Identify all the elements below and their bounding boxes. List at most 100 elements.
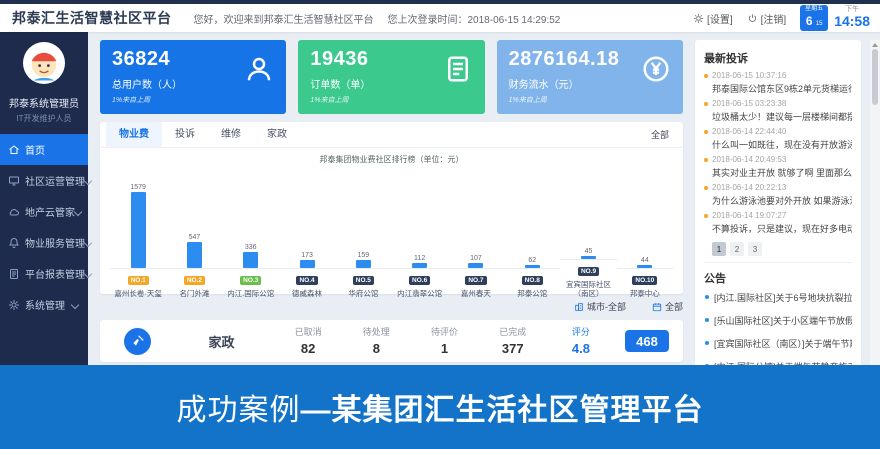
chart-bar-column[interactable]: 45NO.9宜宾国际社区（南区） (560, 167, 616, 299)
page-button-3[interactable]: 3 (748, 242, 762, 256)
sidebar-item-estate-cloud[interactable]: 地产云管家 (0, 196, 88, 227)
chart-bar-column[interactable]: 547NO.2名门外滩 (166, 176, 222, 298)
date-day: 6 (806, 14, 813, 28)
page-button-1[interactable]: 1 (712, 242, 726, 256)
sidebar-item-home[interactable]: 首页 (0, 134, 88, 165)
service-col-value: 8 (342, 342, 410, 355)
rank-badge: NO.6 (409, 276, 430, 285)
calendar-icon (638, 130, 648, 140)
sidebar-item-community-ops[interactable]: 社区运营管理 (0, 165, 88, 196)
rank-badge: NO.4 (296, 276, 317, 285)
rank-badge: NO.8 (522, 276, 543, 285)
bar-chart: 1579NO.1嘉州长卷·天玺547NO.2名门外滩336NO.3内江.国际公馆… (100, 167, 683, 299)
sidebar-item-system[interactable]: 系统管理 (0, 289, 88, 320)
bar (243, 252, 258, 268)
bar (637, 265, 652, 268)
announcement-item[interactable]: [宜宾国际社区（南区）]关于端午节期间停... (704, 337, 852, 350)
scrollbar-thumb[interactable] (872, 49, 878, 105)
chevron-down-icon (74, 207, 82, 215)
complaint-item[interactable]: 2018-06-14 19:07:27不算投诉，只是建议，现在好多电动车从负..… (704, 211, 852, 235)
bar (525, 265, 540, 268)
chart-bar-column[interactable]: 1579NO.1嘉州长卷·天玺 (110, 176, 166, 298)
app-title: 邦泰汇生活智慧社区平台 (12, 8, 172, 28)
gear-icon (8, 299, 20, 311)
settings-button[interactable]: [设置] (693, 11, 733, 26)
chart-bar-column[interactable]: 44NO.10邦泰中心 (617, 176, 673, 298)
service-col-value: 1 (410, 342, 478, 355)
tab-filter-all-button[interactable]: 全部 (638, 128, 677, 141)
bar-value: 45 (585, 248, 593, 255)
settings-label: [设置] (707, 11, 733, 26)
sidebar-item-label: 物业服务管理 (25, 235, 85, 250)
bar-category-label: 华府公馆 (335, 289, 391, 298)
complaint-time: 2018-06-15 10:37:16 (712, 71, 786, 80)
service-row-家政[interactable]: 家政已取消82待处理8待评价1已完成377评分4.8468 (100, 320, 683, 362)
bullet-icon (705, 341, 709, 345)
bar (412, 263, 427, 268)
chart-title: 邦泰集团物业费社区排行榜（单位：元） (100, 154, 683, 165)
bar-category-label: 邦泰中心 (617, 289, 673, 298)
stat-card: 19436订单数（单）1%来自上周 (298, 40, 484, 114)
banner-rest: —某集团汇生活社区管理平台 (301, 385, 704, 429)
sidebar-item-label: 系统管理 (25, 297, 65, 312)
complaints-list: 2018-06-15 10:37:16邦泰国际公馆东区9栋2单元货梯运行到18.… (704, 71, 852, 235)
announcement-item[interactable]: [乐山国际社区]关于小区端午节放假的温馨... (704, 314, 852, 327)
complaints-pagination: 123 (712, 242, 852, 256)
complaint-item[interactable]: 2018-06-15 10:37:16邦泰国际公馆东区9栋2单元货梯运行到18.… (704, 71, 852, 95)
tab-投诉[interactable]: 投诉 (162, 122, 208, 147)
service-col-label: 待处理 (342, 328, 410, 337)
complaint-text: 其实对业主开放 就够了啊 里面那么多小孩... (712, 166, 852, 179)
bar-category-label: 宜宾国际社区（南区） (560, 280, 616, 299)
tab-物业费[interactable]: 物业费 (106, 122, 162, 147)
bar-value: 173 (301, 252, 313, 259)
service-col-label: 待评价 (410, 328, 478, 337)
user-icon (244, 54, 274, 84)
chart-bar-column[interactable]: 107NO.7嘉州春天 (448, 176, 504, 298)
logout-button[interactable]: [注销] (747, 11, 787, 26)
page-button-2[interactable]: 2 (730, 242, 744, 256)
date-filter-button[interactable]: 全部 (652, 300, 683, 313)
tab-维修[interactable]: 维修 (208, 122, 254, 147)
scroll-up-arrow-icon[interactable] (872, 43, 878, 47)
service-col-label: 已完成 (479, 328, 547, 337)
bar-category-label: 嘉州春天 (448, 289, 504, 298)
bar-value: 1579 (130, 184, 146, 191)
complaint-item[interactable]: 2018-06-14 20:49:53 其实对业主开放 就够了啊 里面那么多小孩.… (704, 155, 852, 179)
chart-bar-column[interactable]: 173 NO.4 德威森林 (279, 176, 335, 298)
chart-bar-column[interactable]: 159NO.5华府公馆 (335, 176, 391, 298)
gear-icon (693, 13, 704, 24)
sidebar-item-property-service[interactable]: 物业服务管理 (0, 227, 88, 258)
chart-bar-column[interactable]: 336NO.3内江.国际公馆 (223, 176, 279, 298)
complaint-item[interactable]: 2018-06-14 20:22:13为什么游泳池要对外开放 如果游泳池对业..… (704, 183, 852, 207)
bar-category-label: 邦泰公馆 (504, 289, 560, 298)
bar-category-label: 内江翡翠公馆 (391, 289, 447, 298)
bar-category-label: 嘉州长卷·天玺 (110, 289, 166, 298)
sidebar-menu: 首页社区运营管理地产云管家物业服务管理平台报表管理系统管理 (0, 134, 88, 320)
complaint-time: 2018-06-14 20:22:13 (712, 183, 786, 192)
sidebar-item-label: 首页 (25, 142, 45, 157)
sidebar-item-platform-reports[interactable]: 平台报表管理 (0, 258, 88, 289)
avatar (23, 42, 65, 84)
bar-category-label: 内江.国际公馆 (223, 289, 279, 298)
service-name: 家政 (169, 332, 274, 351)
city-filter-button[interactable]: 城市-全部 (574, 300, 626, 313)
complaint-time: 2018-06-14 20:49:53 (712, 155, 786, 164)
logout-label: [注销] (761, 11, 787, 26)
chevron-down-icon (71, 300, 79, 308)
bar (356, 260, 371, 268)
stat-note: 1%来自上周 (310, 95, 472, 105)
bullet-icon (704, 130, 708, 134)
complaint-text: 不算投诉，只是建议，现在好多电动车从负... (712, 222, 852, 235)
chart-bar-column[interactable]: 62NO.8邦泰公馆 (504, 176, 560, 298)
complaint-item[interactable]: 2018-06-15 03:23:38垃圾桶太少！建议每一层楼梯间都摆放一个..… (704, 99, 852, 123)
chart-bar-column[interactable]: 112NO.6内江翡翠公馆 (391, 176, 447, 298)
tab-家政[interactable]: 家政 (254, 122, 300, 147)
bar-value: 336 (245, 244, 257, 251)
complaint-item[interactable]: 2018-06-14 22:44:40什么叫一如既往，现在没有开放游泳池，小..… (704, 127, 852, 151)
chart-tabs: 物业费投诉维修家政 全部 (100, 122, 683, 148)
bar-category-label: 德威森林 (279, 289, 335, 298)
announcement-item[interactable]: [内江.国际社区]关于6号地块抗裂拉伸板使... (704, 291, 852, 304)
yuan-icon (641, 54, 671, 84)
bar (581, 256, 596, 259)
rank-badge: NO.2 (184, 276, 205, 285)
